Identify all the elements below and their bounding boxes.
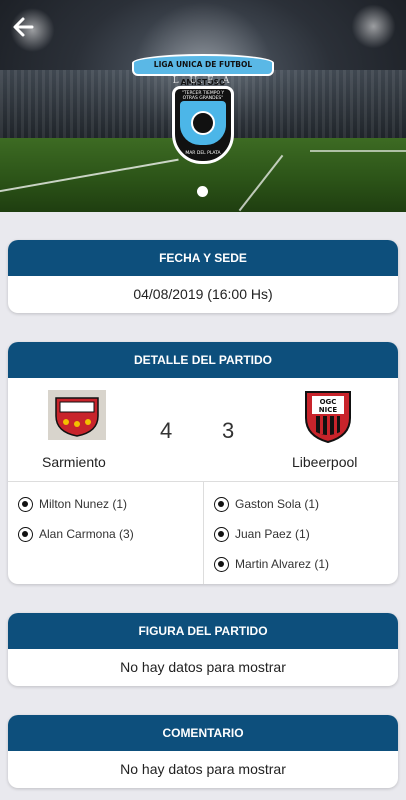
home-team-name: Sarmiento [42, 454, 106, 470]
fecha-title: FECHA Y SEDE [8, 240, 398, 276]
away-team-logo: OGC NICE [302, 388, 354, 444]
home-scorer: Alan Carmona (3) [18, 526, 134, 543]
comentario-value: No hay datos para mostrar [120, 761, 286, 777]
away-scorer: Juan Paez (1) [214, 526, 310, 543]
home-scorer: Milton Nunez (1) [18, 496, 128, 513]
logo-shield-top-text: "TERCER TIEMPO Y OTRAS GRANDES" [181, 91, 225, 101]
logo-shield: "TERCER TIEMPO Y OTRAS GRANDES" MAR DEL … [172, 86, 234, 164]
league-logo: LIGA UNICA DE FUTBOL AMISTOSO L.U.F.A "T… [132, 50, 274, 168]
away-score: 3 [222, 418, 235, 443]
detalle-card: DETALLE DEL PARTIDO Sarmiento 4 3 OGC NI… [8, 342, 398, 584]
home-scorer-label: Alan Carmona (3) [39, 527, 134, 541]
scorers-list: Milton Nunez (1) Alan Carmona (3) Gaston… [8, 482, 398, 584]
home-scorer-label: Milton Nunez (1) [39, 497, 128, 511]
home-score: 4 [160, 418, 173, 443]
comentario-card: COMENTARIO No hay datos para mostrar [8, 715, 398, 788]
figura-value: No hay datos para mostrar [120, 659, 286, 675]
away-logo-text-bottom: NICE [319, 406, 338, 414]
logo-shield-field [180, 101, 226, 145]
logo-shield-bottom-text: MAR DEL PLATA [185, 151, 221, 156]
away-logo-text-top: OGC [320, 398, 337, 406]
match-summary: Sarmiento 4 3 OGC NICE Libeerpool [8, 378, 398, 482]
away-team-name: Libeerpool [292, 454, 358, 470]
home-team-logo [48, 390, 106, 440]
soccer-ball-icon [18, 497, 33, 513]
soccer-ball-icon [214, 527, 229, 543]
figura-title: FIGURA DEL PARTIDO [8, 613, 398, 649]
away-scorer: Gaston Sola (1) [214, 496, 320, 513]
away-scorer-label: Gaston Sola (1) [235, 497, 320, 511]
away-scorer-label: Juan Paez (1) [235, 527, 310, 541]
detalle-title: DETALLE DEL PARTIDO [8, 342, 398, 378]
away-scorer: Martin Alvarez (1) [214, 556, 330, 573]
comentario-title: COMENTARIO [8, 715, 398, 751]
scorers-divider [203, 482, 204, 584]
fecha-value: 04/08/2019 (16:00 Hs) [133, 286, 273, 302]
soccer-ball-icon [18, 527, 33, 543]
carousel-dot[interactable] [197, 186, 208, 197]
figura-card: FIGURA DEL PARTIDO No hay datos para mos… [8, 613, 398, 686]
logo-ribbon: LIGA UNICA DE FUTBOL AMISTOSO [132, 54, 274, 87]
fecha-card: FECHA Y SEDE 04/08/2019 (16:00 Hs) [8, 240, 398, 313]
away-scorer-label: Martin Alvarez (1) [235, 557, 330, 571]
soccer-ball-icon [191, 111, 215, 135]
pitch-line [310, 150, 406, 152]
header-banner: LIGA UNICA DE FUTBOL AMISTOSO L.U.F.A "T… [0, 0, 406, 212]
soccer-ball-icon [214, 557, 229, 573]
soccer-ball-icon [214, 497, 229, 513]
arrow-left-icon[interactable] [12, 16, 36, 40]
logo-acronym: L.U.F.A [172, 76, 234, 86]
